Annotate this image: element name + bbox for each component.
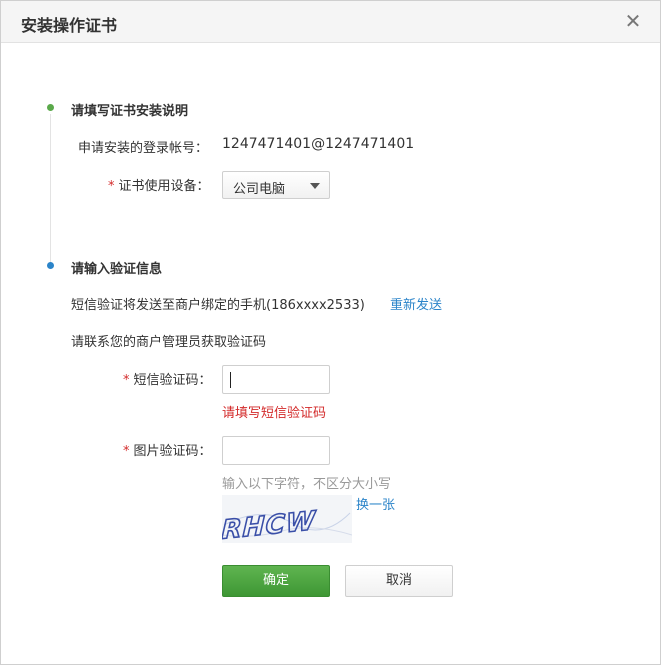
refresh-captcha-link[interactable]: 换一张 xyxy=(356,494,395,513)
install-certificate-dialog: 安装操作证书 ✕ 请填写证书安装说明 申请安装的登录帐号： 1247471401… xyxy=(0,0,661,665)
captcha-image: RHCW xyxy=(222,495,352,543)
device-label-text: 证书使用设备： xyxy=(118,179,210,194)
account-value: 1247471401@1247471401 xyxy=(222,136,415,152)
account-label: 申请安装的登录帐号： xyxy=(78,141,209,156)
sms-code-error: 请填写短信验证码 xyxy=(222,406,327,421)
sms-code-input[interactable] xyxy=(222,365,330,394)
sms-notice: 短信验证将发送至商户绑定的手机(186xxxx2533) xyxy=(71,298,365,313)
text-cursor xyxy=(230,372,231,388)
required-mark: * xyxy=(123,444,130,459)
section-verify-title: 请输入验证信息 xyxy=(71,262,163,277)
contact-notice: 请联系您的商户管理员获取验证码 xyxy=(71,335,267,350)
timeline-line xyxy=(50,114,51,266)
step-done-dot-icon xyxy=(47,104,54,111)
resend-link[interactable]: 重新发送 xyxy=(390,294,442,313)
image-code-input[interactable] xyxy=(222,436,330,465)
confirm-button[interactable]: 确定 xyxy=(222,565,330,597)
close-icon[interactable]: ✕ xyxy=(622,10,644,32)
image-code-label: * 图片验证码： xyxy=(123,440,212,459)
cancel-button[interactable]: 取消 xyxy=(345,565,453,597)
sms-code-label-text: 短信验证码： xyxy=(133,373,212,388)
chevron-down-icon xyxy=(310,183,320,189)
device-select[interactable]: 公司电脑 xyxy=(222,171,330,199)
captcha-text: RHCW xyxy=(222,506,317,543)
section-install-title: 请填写证书安装说明 xyxy=(71,104,189,119)
required-mark: * xyxy=(123,373,130,388)
dialog-titlebar: 安装操作证书 ✕ xyxy=(1,1,660,43)
step-active-dot-icon xyxy=(47,262,54,269)
dialog-title: 安装操作证书 xyxy=(21,16,118,35)
sms-code-label: * 短信验证码： xyxy=(123,369,212,388)
image-code-label-text: 图片验证码： xyxy=(133,444,212,459)
device-label: * 证书使用设备： xyxy=(108,175,210,194)
device-select-value: 公司电脑 xyxy=(233,182,286,197)
image-code-hint: 输入以下字符，不区分大小写 xyxy=(222,477,392,492)
required-mark: * xyxy=(108,179,115,194)
